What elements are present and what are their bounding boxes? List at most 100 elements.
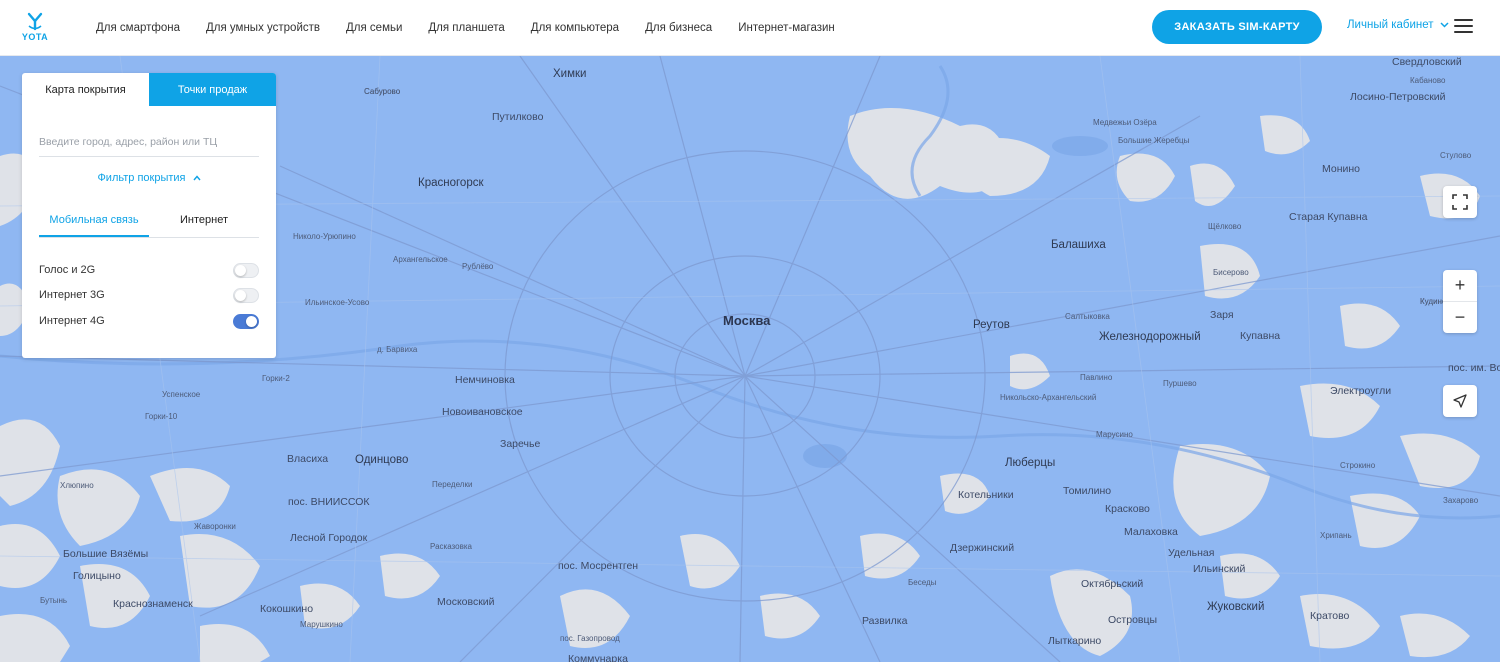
- internet-4g-switch[interactable]: [233, 313, 259, 329]
- map-place-label: Марушкино: [300, 620, 343, 629]
- map-place-label: Николо-Урюпино: [293, 232, 356, 241]
- map-place-label: Монино: [1322, 163, 1361, 175]
- toggle-label: Интернет 3G: [39, 289, 105, 301]
- map-place-label: Удельная: [1168, 547, 1215, 559]
- map-place-label: Томилино: [1063, 485, 1112, 497]
- map-place-label: Красково: [1105, 503, 1150, 515]
- map-place-label: Красногорск: [418, 177, 484, 189]
- map-place-label: Никольско-Архангельский: [1000, 393, 1097, 402]
- map-place-label: Переделки: [432, 480, 473, 489]
- map-place-label: Химки: [553, 68, 587, 80]
- map-place-label: Голицыно: [73, 570, 121, 582]
- map-place-label: Бисерово: [1213, 268, 1249, 277]
- map-place-label: Кратово: [1310, 610, 1350, 622]
- map-place-label: Беседы: [908, 578, 937, 587]
- map-place-label: Лосино-Петровский: [1350, 91, 1446, 103]
- toggle-label: Голос и 2G: [39, 264, 96, 276]
- map-place-label: пос. ВНИИССОК: [288, 496, 370, 508]
- map-place-label: Кабаново: [1410, 76, 1446, 85]
- toggle-row-internet-3g: Интернет 3G: [39, 285, 259, 305]
- map-place-label: Ильинское-Усово: [305, 298, 370, 307]
- zoom-controls: + −: [1443, 270, 1477, 333]
- nav-item-0[interactable]: Для смартфона: [96, 22, 180, 34]
- map-place-label: Павлино: [1080, 373, 1113, 382]
- voice-2g-switch[interactable]: [233, 262, 259, 278]
- map-place-label: Кокошкино: [260, 603, 314, 615]
- tab-internet[interactable]: Интернет: [149, 204, 259, 236]
- chevron-down-icon: [1440, 22, 1449, 28]
- map-place-label: Щёлково: [1208, 222, 1242, 231]
- map-place-label: Коммунарка: [568, 653, 628, 662]
- map-place-label: Жуковский: [1207, 601, 1265, 613]
- map-place-label: Малаховка: [1124, 526, 1178, 538]
- map-place-label: Дзержинский: [950, 542, 1015, 554]
- map-place-label: Путилково: [492, 111, 544, 123]
- map-place-label: Люберцы: [1005, 457, 1056, 469]
- map-place-label: Большие Жеребцы: [1118, 136, 1190, 145]
- map-place-label: Старая Купавна: [1289, 211, 1368, 223]
- nav-item-3[interactable]: Для планшета: [428, 22, 504, 34]
- zoom-out-button[interactable]: −: [1443, 302, 1477, 333]
- toggle-row-internet-4g: Интернет 4G: [39, 311, 259, 331]
- map-place-label: Лесной Городок: [290, 532, 368, 544]
- nav-item-2[interactable]: Для семьи: [346, 22, 402, 34]
- map-place-label: Строкино: [1340, 461, 1376, 470]
- map-place-label: Горки-2: [262, 374, 290, 383]
- map-place-label: Московский: [437, 596, 495, 608]
- zoom-in-button[interactable]: +: [1443, 270, 1477, 301]
- main-nav: Для смартфона Для умных устройств Для семь…: [96, 0, 835, 55]
- map-place-label: Новоивановское: [442, 406, 523, 418]
- internet-3g-switch[interactable]: [233, 287, 259, 303]
- map-place-label: Рублёво: [462, 262, 494, 271]
- fullscreen-button[interactable]: [1443, 186, 1477, 218]
- map-place-label: Сабурово: [364, 87, 401, 96]
- map-place-label: Лыткарино: [1048, 635, 1102, 647]
- order-sim-button[interactable]: ЗАКАЗАТЬ SIM-КАРТУ: [1152, 10, 1322, 44]
- nav-item-6[interactable]: Интернет-магазин: [738, 22, 835, 34]
- map-place-label: д. Барвиха: [377, 345, 418, 354]
- toggle-row-voice-2g: Голос и 2G: [39, 260, 259, 280]
- nav-item-1[interactable]: Для умных устройств: [206, 22, 320, 34]
- locate-button[interactable]: [1443, 385, 1477, 417]
- coverage-type-tabs: Мобильная связь Интернет: [39, 204, 259, 238]
- nav-item-4[interactable]: Для компьютера: [531, 22, 619, 34]
- coverage-filter-toggle[interactable]: Фильтр покрытия: [22, 172, 276, 184]
- map-place-label: Жаворонки: [194, 522, 236, 531]
- map-place-label: Бутынь: [40, 596, 68, 605]
- locate-arrow-icon: [1453, 394, 1467, 408]
- map-place-label: Краснознаменск: [113, 598, 193, 610]
- tab-mobile[interactable]: Мобильная связь: [39, 204, 149, 237]
- map-place-label: Хлюпино: [60, 481, 94, 490]
- nav-item-5[interactable]: Для бизнеса: [645, 22, 712, 34]
- coverage-panel: Карта покрытия Точки продаж Фильтр покры…: [22, 73, 276, 358]
- map-place-label: Островцы: [1108, 614, 1158, 626]
- map-place-label: Немчиновка: [455, 374, 515, 386]
- map-place-label: пос. им. Воровского: [1448, 362, 1500, 374]
- map-place-label: пос. Газопровод: [560, 634, 620, 643]
- location-search-input[interactable]: [39, 128, 259, 157]
- map-place-label: Октябрьский: [1081, 578, 1144, 590]
- switch-knob: [246, 315, 257, 327]
- toggle-label: Интернет 4G: [39, 315, 105, 327]
- menu-icon[interactable]: [1454, 19, 1474, 35]
- map-place-label: Железнодорожный: [1099, 331, 1201, 343]
- yota-logo-icon: [27, 12, 43, 31]
- map-place-label: Расказовка: [430, 542, 472, 551]
- personal-cabinet-link[interactable]: Личный кабинет: [1347, 19, 1449, 31]
- map-place-label: Захарово: [1443, 496, 1479, 505]
- map-place-label: Марусино: [1096, 430, 1133, 439]
- map-place-label: Горки-10: [145, 412, 178, 421]
- tab-sales-points[interactable]: Точки продаж: [149, 73, 276, 106]
- map-place-label: Хрипань: [1320, 531, 1352, 540]
- tab-coverage-map[interactable]: Карта покрытия: [22, 73, 149, 106]
- coverage-filter-label: Фильтр покрытия: [97, 172, 186, 184]
- map-place-label: Салтыковка: [1065, 312, 1110, 321]
- yota-logo[interactable]: YOTA: [20, 12, 50, 44]
- expand-icon: [1452, 194, 1468, 210]
- map-place-label: Развилка: [862, 615, 908, 627]
- map-place-label: Ильинский: [1193, 563, 1246, 575]
- switch-knob: [235, 289, 246, 301]
- panel-tabs: Карта покрытия Точки продаж: [22, 73, 276, 106]
- map-place-label: Медвежьи Озёра: [1093, 118, 1157, 127]
- map-place-label: Заречье: [500, 438, 541, 450]
